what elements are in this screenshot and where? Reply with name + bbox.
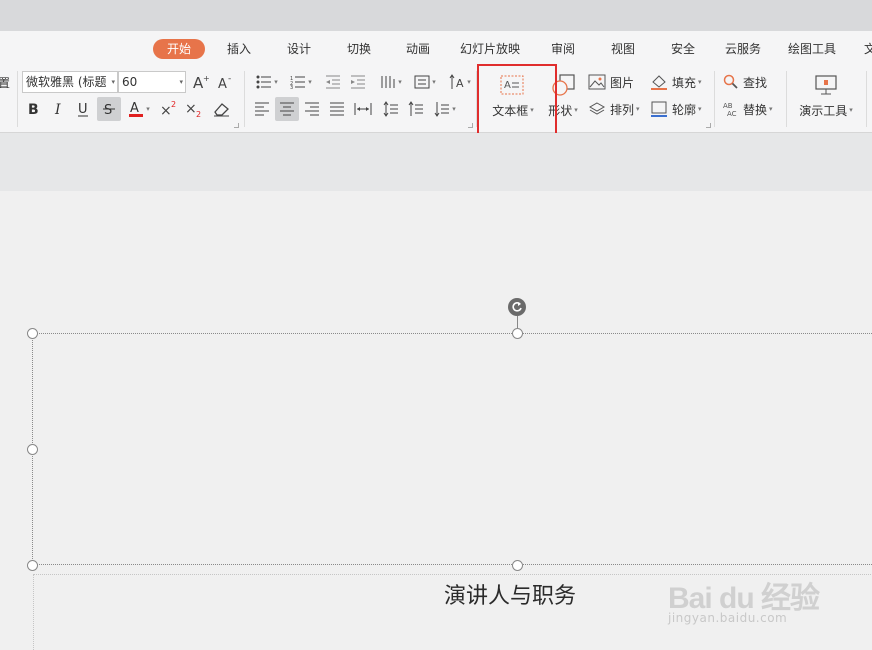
align-left-icon[interactable] (252, 98, 272, 120)
line-spacing-icon[interactable]: A ▾ (445, 71, 475, 93)
divider (17, 71, 18, 127)
tab-review[interactable]: 审阅 (551, 39, 575, 59)
tab-home[interactable]: 开始 (153, 39, 206, 59)
arrange-button[interactable]: 排列 ▾ (588, 98, 648, 120)
subscript-icon[interactable]: × 2 (183, 98, 205, 120)
font-dialog-launcher-icon[interactable] (234, 123, 239, 128)
ruler-strip (0, 133, 872, 191)
svg-text:2: 2 (196, 110, 201, 118)
svg-text:×: × (185, 101, 197, 117)
svg-text:S: S (104, 103, 112, 117)
fill-button[interactable]: 填充 ▾ (650, 71, 708, 93)
superscript-icon[interactable]: × 2 (158, 98, 180, 120)
numbered-list-icon[interactable]: 1 2 3 ▾ (286, 71, 316, 93)
svg-text:3: 3 (290, 85, 293, 89)
align-center-icon[interactable] (275, 97, 299, 121)
font-name-select[interactable]: 微软雅黑 (标题 ▾ (22, 71, 118, 93)
outline-button[interactable]: 轮廓 ▾ (650, 98, 708, 120)
ribbon-toolbar: 置 微软雅黑 (标题 ▾ 60 ▾ A + A- B I U S A ▾ × 2 × 2 ▾ (0, 67, 872, 133)
svg-text:A: A (456, 77, 464, 90)
picture-button[interactable]: 图片 (588, 71, 638, 93)
decrease-font-icon[interactable]: A- (216, 71, 236, 93)
rotate-handle-line (517, 316, 518, 328)
svg-text:A: A (218, 77, 227, 91)
svg-text:U: U (78, 102, 88, 117)
ribbon-tab-bar: 开始 插入 设计 切换 动画 幻灯片放映 审阅 视图 安全 云服务 绘图工具 文 (0, 31, 872, 67)
svg-text:+: + (203, 74, 210, 83)
increase-indent-icon[interactable] (347, 71, 369, 93)
font-size-select[interactable]: 60 ▾ (118, 71, 186, 93)
columns-icon[interactable]: ▾ (376, 71, 406, 93)
svg-text:AC: AC (727, 110, 737, 117)
title-placeholder[interactable] (32, 333, 872, 565)
divider (244, 71, 245, 127)
divider (714, 71, 715, 127)
tab-insert[interactable]: 插入 (227, 39, 251, 59)
arrange-icon (588, 102, 606, 115)
bold-icon[interactable]: B (24, 98, 44, 120)
resize-handle-left[interactable] (27, 444, 38, 455)
svg-text:I: I (54, 102, 61, 117)
decrease-indent-icon[interactable] (322, 71, 344, 93)
svg-text:A: A (130, 101, 139, 116)
svg-text:AB: AB (723, 102, 733, 110)
paragraph-spacing-icon[interactable] (380, 98, 402, 120)
resize-handle-top[interactable] (512, 328, 523, 339)
line-spacing-reduce-icon[interactable] (405, 98, 427, 120)
partial-label: 置 (0, 75, 11, 90)
increase-font-icon[interactable]: A + (191, 71, 211, 93)
eraser-icon[interactable] (210, 98, 232, 120)
svg-text:2: 2 (171, 100, 176, 109)
subtitle-text[interactable]: 演讲人与职务 (444, 578, 576, 610)
search-icon (723, 74, 738, 89)
drawing-dialog-launcher-icon[interactable] (706, 123, 711, 128)
tab-drawing-tools[interactable]: 绘图工具 (788, 39, 836, 59)
replace-icon: ABAC (723, 102, 737, 117)
divider (786, 71, 787, 127)
bullet-list-icon[interactable]: ▾ (252, 71, 282, 93)
fill-bucket-icon (651, 75, 667, 90)
replace-button[interactable]: AB AC 替换 ▾ (723, 98, 783, 120)
watermark-url: jingyan.baidu.com (668, 611, 788, 625)
strikethrough-icon[interactable]: S (97, 97, 121, 121)
outline-icon (651, 101, 667, 117)
resize-handle-bottom[interactable] (512, 560, 523, 571)
tab-slideshow[interactable]: 幻灯片放映 (460, 39, 520, 59)
text-direction-icon[interactable]: ▾ (410, 71, 440, 93)
italic-icon[interactable]: I (49, 98, 69, 120)
resize-handle-top-left[interactable] (27, 328, 38, 339)
find-button[interactable]: 查找 (723, 71, 775, 93)
font-color-icon[interactable]: A ▾ (125, 98, 153, 120)
picture-icon (588, 74, 606, 90)
presentation-tools-button[interactable]: 演示工具 ▾ (795, 99, 857, 121)
distribute-icon[interactable] (352, 98, 374, 120)
justify-icon[interactable] (327, 98, 347, 120)
paragraph-settings-icon[interactable]: ▾ (430, 98, 460, 120)
svg-text:-: - (228, 74, 231, 84)
tab-security[interactable]: 安全 (671, 39, 695, 59)
window-top-bar (0, 0, 872, 31)
tab-cloud-services[interactable]: 云服务 (725, 39, 761, 59)
paragraph-dialog-launcher-icon[interactable] (468, 123, 473, 128)
rotate-handle-icon[interactable] (508, 298, 526, 316)
tab-transitions[interactable]: 切换 (347, 39, 371, 59)
svg-text:×: × (160, 103, 172, 118)
tab-design[interactable]: 设计 (287, 39, 311, 59)
divider (866, 71, 867, 127)
tab-animations[interactable]: 动画 (406, 39, 430, 59)
presentation-tools-icon[interactable] (812, 72, 840, 98)
svg-text:B: B (28, 102, 39, 117)
text-box-highlight (477, 64, 557, 139)
resize-handle-bottom-left[interactable] (27, 560, 38, 571)
tab-view[interactable]: 视图 (611, 39, 635, 59)
align-right-icon[interactable] (302, 98, 322, 120)
tab-partial[interactable]: 文 (864, 39, 872, 59)
underline-icon[interactable]: U (73, 98, 93, 120)
watermark: Bai du 经验 jingyan.baidu.com (668, 555, 828, 633)
